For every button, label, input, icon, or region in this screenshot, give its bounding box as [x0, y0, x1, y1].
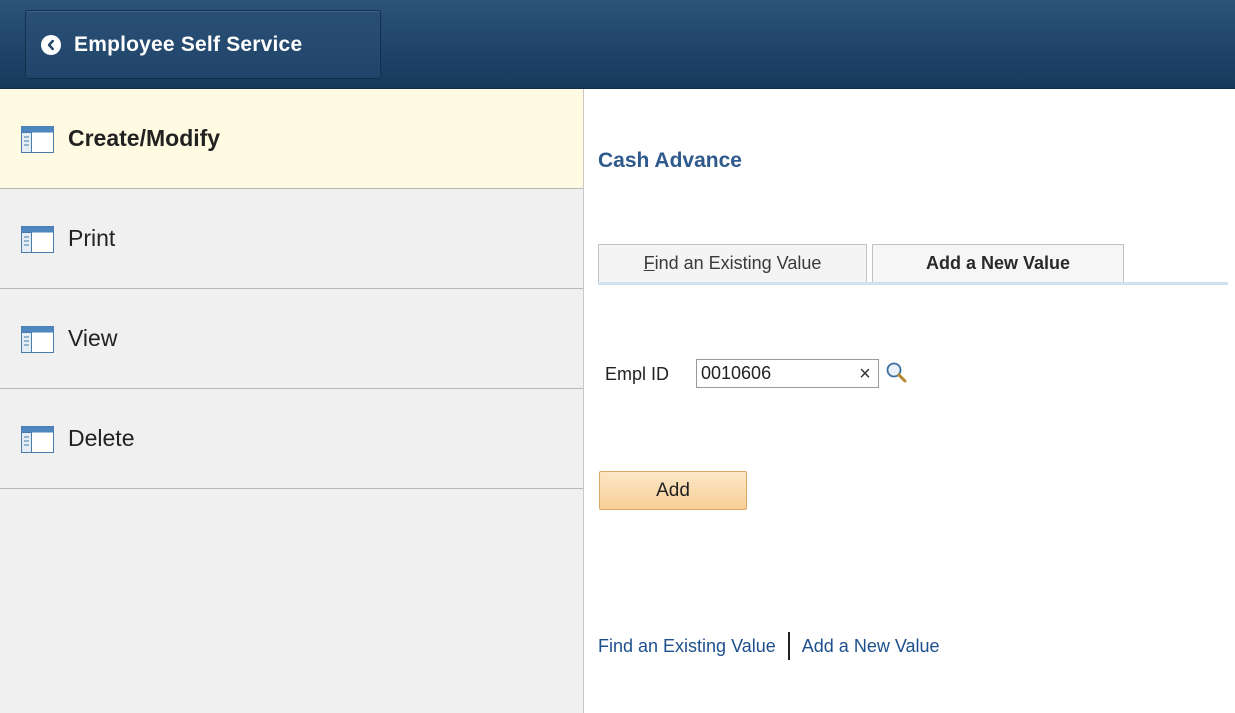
sidebar-item-label: Print: [68, 225, 116, 251]
add-button[interactable]: Add: [599, 471, 747, 510]
sidebar: Create/Modify Print View Delete: [0, 89, 584, 713]
tab-label: Add a New Value: [925, 253, 1071, 273]
sidebar-item-label: View: [68, 325, 118, 351]
sidebar-item-create-modify[interactable]: Create/Modify: [0, 89, 583, 189]
sidebar-item-print[interactable]: Print: [0, 189, 583, 289]
tab-find-existing-value[interactable]: Find an Existing Value: [598, 244, 867, 282]
bottom-links: Find an Existing Value Add a New Value: [598, 632, 940, 660]
empl-id-label: Empl ID: [605, 364, 670, 384]
chevron-left-icon: [41, 34, 61, 55]
sidebar-item-view[interactable]: View: [0, 289, 583, 389]
empl-id-field-box: ×: [696, 359, 879, 388]
page-icon: [21, 426, 54, 453]
back-button-label: Employee Self Service: [74, 32, 303, 56]
tab-label: ind an Existing Value: [654, 253, 822, 273]
back-button[interactable]: Employee Self Service: [25, 10, 381, 79]
page-icon: [21, 126, 54, 153]
page-icon: [21, 226, 54, 253]
tab-add-new-value[interactable]: Add a New Value: [872, 244, 1124, 282]
empl-id-input[interactable]: [699, 362, 843, 385]
sidebar-item-label: Create/Modify: [68, 125, 221, 151]
close-icon[interactable]: ×: [855, 362, 875, 386]
tab-divider: [598, 282, 1228, 285]
page-icon: [21, 326, 54, 353]
search-icon[interactable]: [884, 360, 910, 386]
sidebar-item-delete[interactable]: Delete: [0, 389, 583, 489]
header-banner: Employee Self Service: [0, 0, 1235, 89]
sidebar-item-label: Delete: [68, 425, 135, 451]
tab-accesskey-letter: F: [643, 253, 655, 273]
find-existing-value-link[interactable]: Find an Existing Value: [598, 636, 776, 657]
add-new-value-link[interactable]: Add a New Value: [802, 636, 940, 657]
main-content: Cash Advance Find an Existing Value Add …: [584, 89, 1235, 713]
page-title: Cash Advance: [598, 149, 742, 172]
link-separator: [787, 632, 790, 660]
